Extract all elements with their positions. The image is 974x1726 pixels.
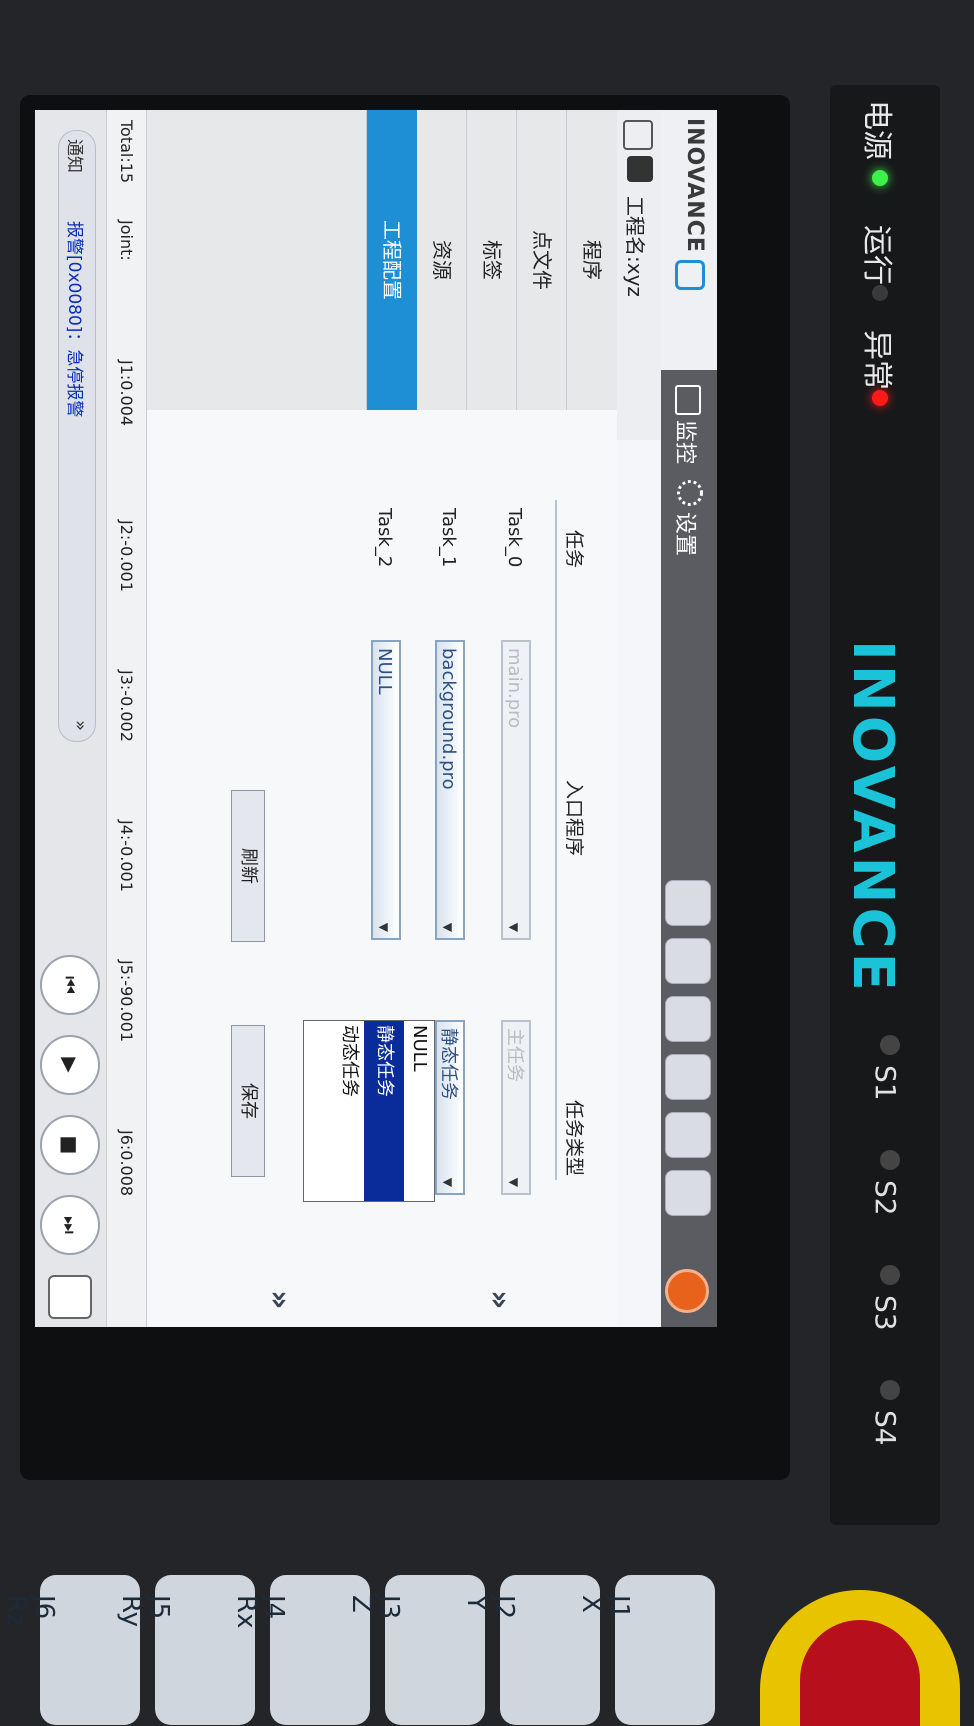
sidebar-item-resources[interactable]: 资源 xyxy=(416,110,467,410)
power-led-label: 电源 xyxy=(859,100,894,160)
task-1-entry-dropdown[interactable]: background.pro ▼ xyxy=(435,640,465,940)
task-0-type-dropdown[interactable]: 主任务 ▼ xyxy=(501,1020,531,1195)
home-tab[interactable]: INOVANCE xyxy=(661,110,717,370)
expand-chevron-icon[interactable]: » xyxy=(70,720,91,731)
task-2-entry-dropdown[interactable]: NULL ▼ xyxy=(371,640,401,940)
s4-button[interactable] xyxy=(880,1380,900,1400)
total-count: Total:15 xyxy=(117,120,136,184)
task-type-dropdown-list: NULL 静态任务 动态任务 xyxy=(303,1020,435,1202)
tool-icon[interactable] xyxy=(665,1170,711,1216)
tab-monitor[interactable]: 监控 xyxy=(671,420,703,464)
alarm-message: 报警[0x0080]：急停报警 xyxy=(64,221,84,418)
s1-button[interactable] xyxy=(880,1035,900,1055)
dropdown-arrow-icon: ▼ xyxy=(507,922,521,932)
estop-cap xyxy=(800,1620,920,1726)
sidebar-item-points[interactable]: 点文件 xyxy=(516,110,567,410)
speed-icon[interactable] xyxy=(665,1054,711,1100)
scroll-right-icon-2[interactable]: » xyxy=(262,1290,297,1309)
dropdown-option-dynamic[interactable]: 动态任务 xyxy=(334,1021,364,1201)
play-button[interactable]: ▶ xyxy=(40,1035,100,1095)
touch-screen: INOVANCE 监控 设置 工程名:xyz 程序 点文件 标签 资源 工程配置… xyxy=(35,110,717,1327)
gear-icon xyxy=(677,480,703,506)
s2-label: S2 xyxy=(869,1180,902,1216)
s2-button[interactable] xyxy=(880,1150,900,1170)
task-1-type-dropdown[interactable]: 静态任务 ▼ xyxy=(435,1020,465,1195)
s3-button[interactable] xyxy=(880,1265,900,1285)
error-led-label: 异常 xyxy=(859,330,894,390)
scroll-right-icon[interactable]: » xyxy=(482,1290,517,1309)
joint-value-j4: J4:-0.001 xyxy=(117,820,136,892)
dropdown-arrow-icon: ▼ xyxy=(377,922,391,932)
teach-pendant-body: 电源 运行 异常 INOVANCE S1 S2 S3 S4 J6 Rz J5 R… xyxy=(0,0,974,1726)
dropdown-option-static[interactable]: 静态任务 xyxy=(364,1021,404,1201)
sidebar-item-labels[interactable]: 标签 xyxy=(466,110,517,410)
stop-button[interactable]: ■ xyxy=(40,1115,100,1175)
refresh-button[interactable]: 刷新 xyxy=(231,790,265,942)
back-icon[interactable] xyxy=(623,120,653,150)
dropdown-arrow-icon: ▼ xyxy=(441,1177,455,1187)
emergency-stop-button[interactable] xyxy=(760,1590,960,1726)
joint-value-j6: J6:0.008 xyxy=(117,1130,136,1197)
notification-tag: 通知 xyxy=(64,139,84,173)
hmi-interface: INOVANCE 监控 设置 工程名:xyz 程序 点文件 标签 资源 工程配置… xyxy=(35,110,717,1327)
task-config-panel: 任务 入口程序 任务类型 Task_0 main.pro ▼ 主任务 ▼ Task_… xyxy=(147,410,617,1327)
notification-bar[interactable]: 通知 报警[0x0080]：急停报警 » xyxy=(58,130,96,742)
joint-status-bar: Total:15 Joint: J1:0.004 J2:-0.001 J3:-0… xyxy=(106,110,147,1327)
folder-icon[interactable] xyxy=(627,156,653,182)
run-led xyxy=(872,285,888,301)
project-name: 工程名:xyz xyxy=(623,196,647,297)
bottom-bar: 通知 报警[0x0080]：急停报警 » ⏮ ▶ ■ ⏭ xyxy=(35,110,107,1327)
save-button[interactable]: 保存 xyxy=(231,1025,265,1177)
task-1-label: Task_1 xyxy=(438,508,459,568)
power-led xyxy=(872,170,888,186)
sidebar: 程序 点文件 标签 资源 工程配置 xyxy=(147,110,617,410)
sidebar-item-program[interactable]: 程序 xyxy=(566,110,617,410)
s4-label: S4 xyxy=(869,1410,902,1446)
sidebar-item-project-config[interactable]: 工程配置 xyxy=(366,110,417,410)
edit-icon xyxy=(675,260,705,290)
brand-logo: INOVANCE xyxy=(840,640,905,995)
header-divider xyxy=(555,500,557,1180)
robot-icon[interactable] xyxy=(48,1275,92,1319)
jog-key-j1[interactable]: J1 X xyxy=(576,1575,715,1725)
joint-value-j1: J1:0.004 xyxy=(117,360,136,427)
task-0-label: Task_0 xyxy=(504,508,525,568)
joint-value-j2: J2:-0.001 xyxy=(117,520,136,592)
header-task: 任务 xyxy=(563,530,585,569)
tab-settings[interactable]: 设置 xyxy=(671,512,703,556)
monitor-icon xyxy=(675,385,701,415)
joint-value-j3: J3:-0.002 xyxy=(117,670,136,742)
project-bar: 工程名:xyz xyxy=(616,110,661,440)
step-forward-button[interactable]: ⏭ xyxy=(40,1195,100,1255)
coord-mode: Joint: xyxy=(117,220,136,261)
joint-value-j5: J5:-90.001 xyxy=(117,960,136,1043)
record-icon[interactable] xyxy=(665,1269,709,1313)
s3-label: S3 xyxy=(869,1295,902,1331)
error-led xyxy=(872,390,888,406)
header-type: 任务类型 xyxy=(563,1100,585,1177)
task-0-entry-dropdown[interactable]: main.pro ▼ xyxy=(501,640,531,940)
task-2-label: Task_2 xyxy=(374,508,395,568)
screen-icon[interactable] xyxy=(665,880,711,926)
coordinate-icon[interactable] xyxy=(665,996,711,1042)
servo-icon[interactable] xyxy=(665,1112,711,1158)
dropdown-option-null[interactable]: NULL xyxy=(404,1021,434,1201)
s1-label: S1 xyxy=(869,1065,902,1101)
header-entry: 入口程序 xyxy=(563,780,585,857)
dropdown-arrow-icon: ▼ xyxy=(507,1177,521,1187)
jog-keys: J6 Rz J5 Ry J4 Rx J3 Z J2 Y J1 X xyxy=(1,1575,760,1725)
skip-back-button[interactable]: ⏮ xyxy=(40,955,100,1015)
dropdown-arrow-icon: ▼ xyxy=(441,922,455,932)
run-led-label: 运行 xyxy=(859,225,894,285)
app-logo: INOVANCE xyxy=(682,118,707,253)
top-bar: INOVANCE 监控 设置 xyxy=(661,110,717,1327)
user-icon[interactable] xyxy=(665,938,711,984)
